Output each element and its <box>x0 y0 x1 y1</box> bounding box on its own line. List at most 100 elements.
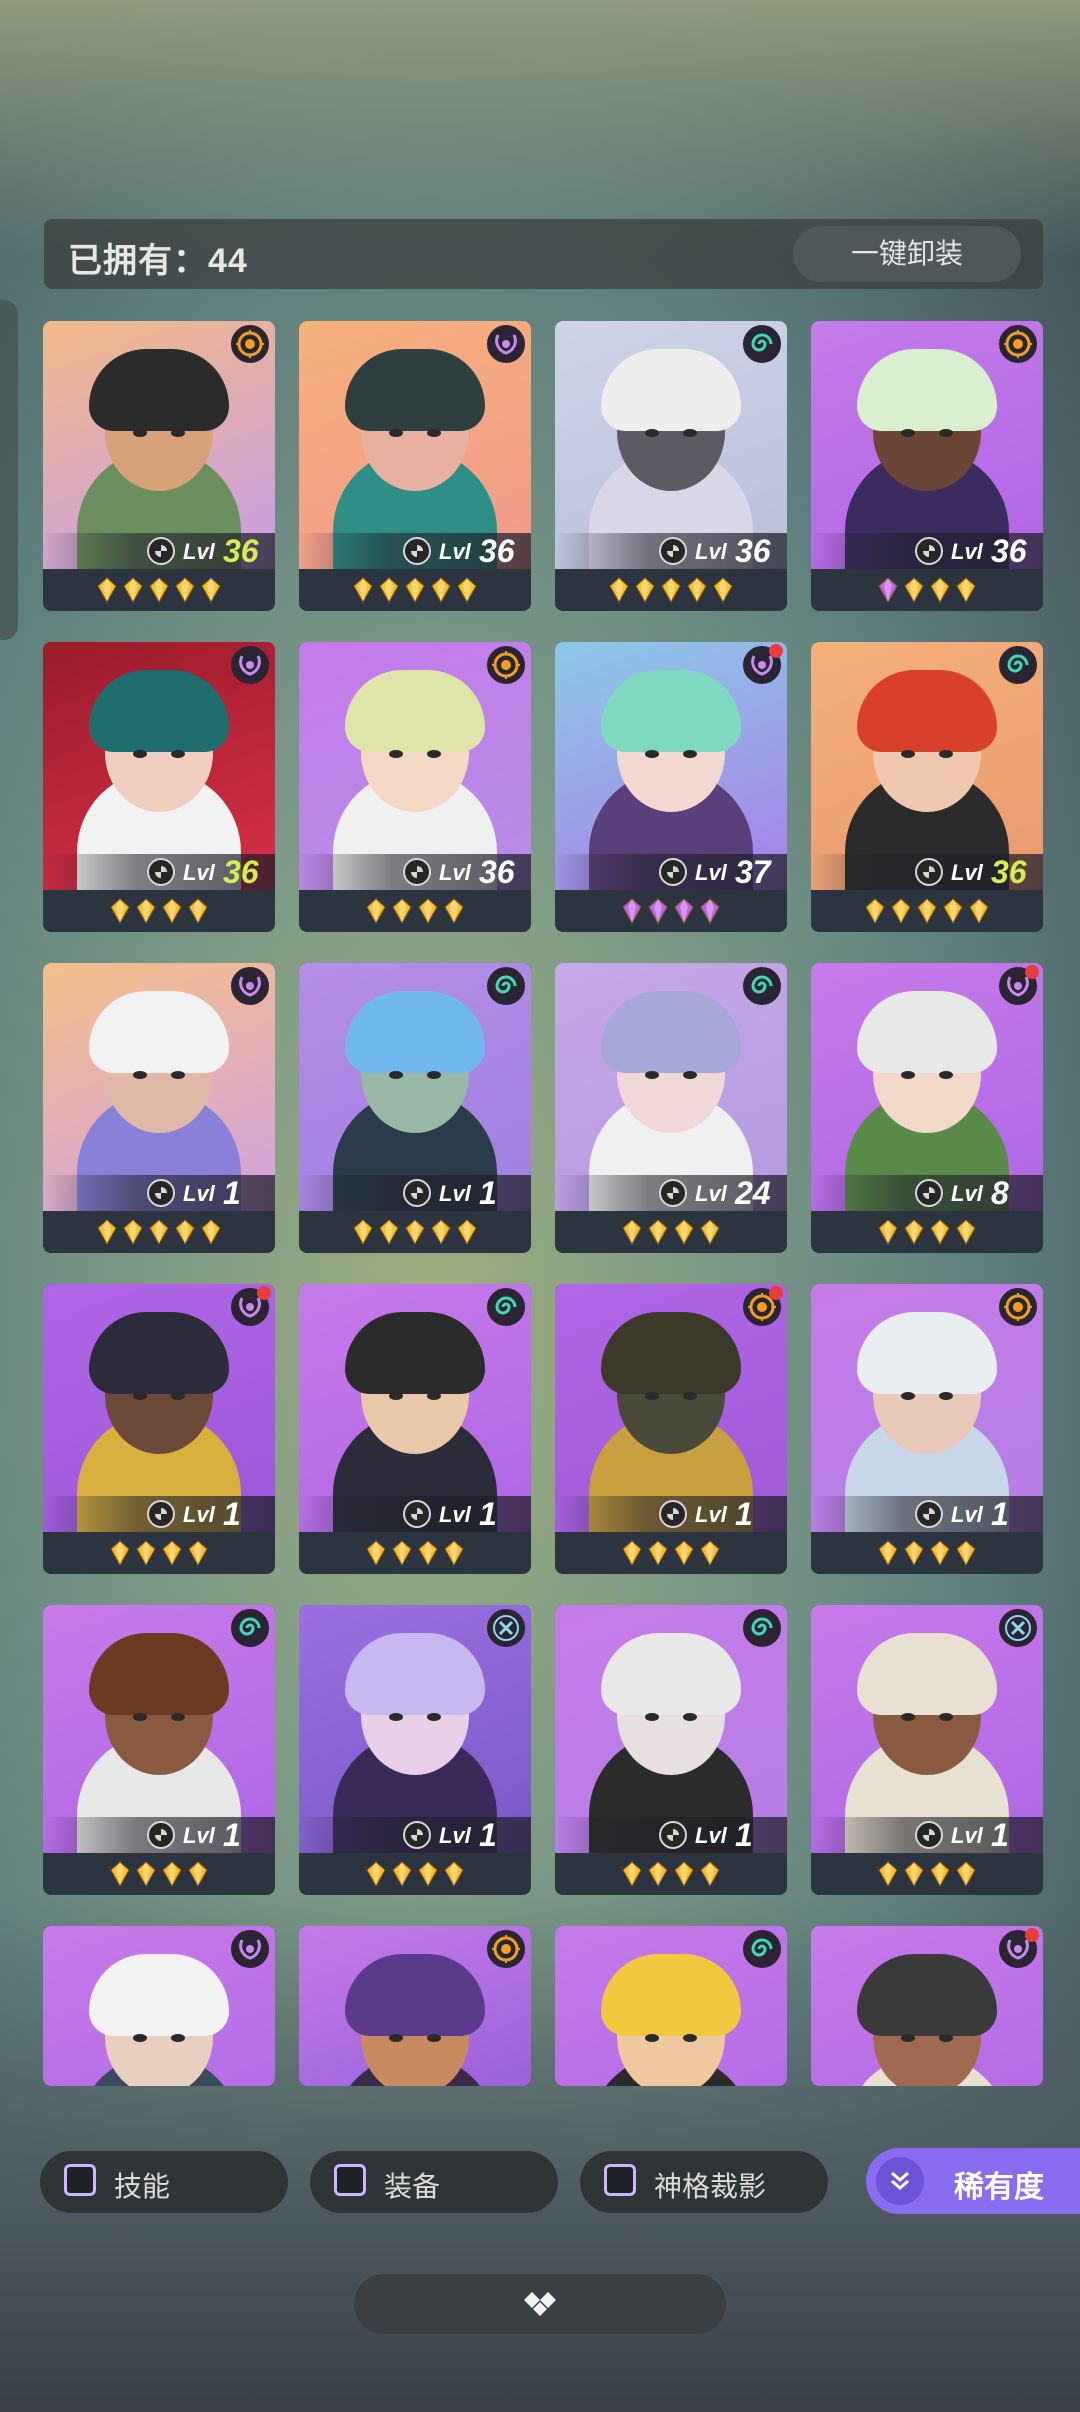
rarity-sort-label: 稀有度 <box>954 2171 1044 2204</box>
rank-gem-icon <box>674 1219 694 1245</box>
hero-eye <box>901 750 915 758</box>
hero-card[interactable] <box>299 1926 531 2086</box>
hero-eye <box>133 1071 147 1079</box>
sun-emblem-icon <box>487 1930 525 1968</box>
rank-gem-icon <box>162 1540 182 1566</box>
hero-card[interactable] <box>811 1926 1043 2086</box>
hero-eye <box>939 429 953 437</box>
level-value: 36 <box>735 533 771 569</box>
hero-card[interactable] <box>555 1926 787 2086</box>
hero-eye <box>683 750 697 758</box>
notification-dot <box>1025 1928 1039 1942</box>
level-strip: Lvl 1 <box>811 1496 1043 1532</box>
hero-hair <box>345 670 485 752</box>
rank-gem-icon <box>175 577 195 603</box>
hero-card[interactable]: Lvl 36 <box>299 642 531 932</box>
hero-card[interactable]: Lvl 1 <box>43 1605 275 1895</box>
rank-gem-icon <box>188 898 208 924</box>
hero-eye <box>901 1713 915 1721</box>
hero-card[interactable]: Lvl 1 <box>299 1605 531 1895</box>
hero-eye <box>939 1713 953 1721</box>
hero-card[interactable]: Lvl 36 <box>43 642 275 932</box>
level-strip: Lvl 1 <box>43 1175 275 1211</box>
rank-gem-icon <box>392 1861 412 1887</box>
hero-hair <box>857 349 997 431</box>
level-strip: Lvl 1 <box>811 1817 1043 1853</box>
rank-gem-icon <box>904 577 924 603</box>
hero-card[interactable]: Lvl 36 <box>43 321 275 611</box>
level-prefix: Lvl <box>439 539 471 564</box>
hero-card[interactable]: Lvl 36 <box>555 321 787 611</box>
hero-eye <box>171 750 185 758</box>
bottom-menu-handle[interactable] <box>354 2274 726 2334</box>
hero-card[interactable]: Lvl 1 <box>299 963 531 1253</box>
rank-gem-icon <box>175 1219 195 1245</box>
hero-card[interactable]: Lvl 1 <box>299 1284 531 1574</box>
hero-card[interactable]: Lvl 1 <box>811 1605 1043 1895</box>
rank-gem-icon <box>878 1861 898 1887</box>
level-aperture-icon <box>403 1179 431 1207</box>
rank-gems <box>43 573 275 607</box>
rank-gem-icon <box>609 577 629 603</box>
hero-eye <box>645 1071 659 1079</box>
hero-card[interactable]: Lvl 1 <box>811 1284 1043 1574</box>
level-value: 8 <box>991 1175 1009 1211</box>
hero-card[interactable]: Lvl 1 <box>43 1284 275 1574</box>
hero-eye <box>389 2034 403 2042</box>
hero-card[interactable]: Lvl 8 <box>811 963 1043 1253</box>
rank-gem-icon <box>444 1540 464 1566</box>
level-strip: Lvl 36 <box>811 854 1043 890</box>
owned-count: 已拥有：44 <box>68 242 248 280</box>
unequip-all-button[interactable]: 一键卸装 <box>793 226 1021 282</box>
hero-card[interactable] <box>43 1926 275 2086</box>
side-drawer-handle[interactable] <box>0 300 18 640</box>
rank-gem-icon <box>188 1540 208 1566</box>
level-prefix: Lvl <box>695 1502 727 1527</box>
rank-gem-icon <box>648 1540 668 1566</box>
hero-card[interactable]: Lvl 24 <box>555 963 787 1253</box>
filter-equipment[interactable]: 装备 <box>310 2151 558 2213</box>
level-aperture-icon <box>403 858 431 886</box>
hero-hair <box>601 1633 741 1715</box>
filter-skill[interactable]: 技能 <box>40 2151 288 2213</box>
level-prefix: Lvl <box>695 860 727 885</box>
rarity-sort-button[interactable]: 稀有度 <box>866 2148 1080 2214</box>
rank-gem-icon <box>648 898 668 924</box>
hero-card[interactable]: Lvl 36 <box>811 321 1043 611</box>
rank-gem-icon <box>444 898 464 924</box>
rank-gem-icon <box>162 1861 182 1887</box>
filter-equipment-label: 装备 <box>384 2171 441 2202</box>
checkbox-icon[interactable] <box>334 2164 366 2196</box>
level-prefix: Lvl <box>439 1181 471 1206</box>
hero-eye <box>645 1713 659 1721</box>
level-strip: Lvl 37 <box>555 854 787 890</box>
level-value: 1 <box>735 1817 753 1853</box>
hero-eye <box>427 429 441 437</box>
hero-hair <box>89 1954 229 2036</box>
hero-card[interactable]: Lvl 37 <box>555 642 787 932</box>
hero-card[interactable]: Lvl 1 <box>43 963 275 1253</box>
level-strip: Lvl 36 <box>555 533 787 569</box>
rank-gem-icon <box>930 1540 950 1566</box>
hero-card[interactable]: Lvl 1 <box>555 1284 787 1574</box>
checkbox-icon[interactable] <box>64 2164 96 2196</box>
filter-sculpt[interactable]: 神格裁影 <box>580 2151 828 2213</box>
hero-card[interactable]: Lvl 36 <box>811 642 1043 932</box>
rank-gem-icon <box>635 577 655 603</box>
rank-gems <box>811 573 1043 607</box>
checkbox-icon[interactable] <box>604 2164 636 2196</box>
hero-hair <box>89 1312 229 1394</box>
level-strip: Lvl 1 <box>299 1817 531 1853</box>
hero-card[interactable]: Lvl 1 <box>555 1605 787 1895</box>
rank-gems <box>811 1857 1043 1891</box>
level-value: 24 <box>735 1175 771 1211</box>
rank-gem-icon <box>366 1540 386 1566</box>
level-aperture-icon <box>659 858 687 886</box>
rank-gems <box>555 894 787 928</box>
hero-eye <box>645 1392 659 1400</box>
rank-gem-icon <box>674 1540 694 1566</box>
hero-card[interactable]: Lvl 36 <box>299 321 531 611</box>
rank-gem-icon <box>904 1219 924 1245</box>
hero-eye <box>645 2034 659 2042</box>
rank-gem-icon <box>878 1540 898 1566</box>
